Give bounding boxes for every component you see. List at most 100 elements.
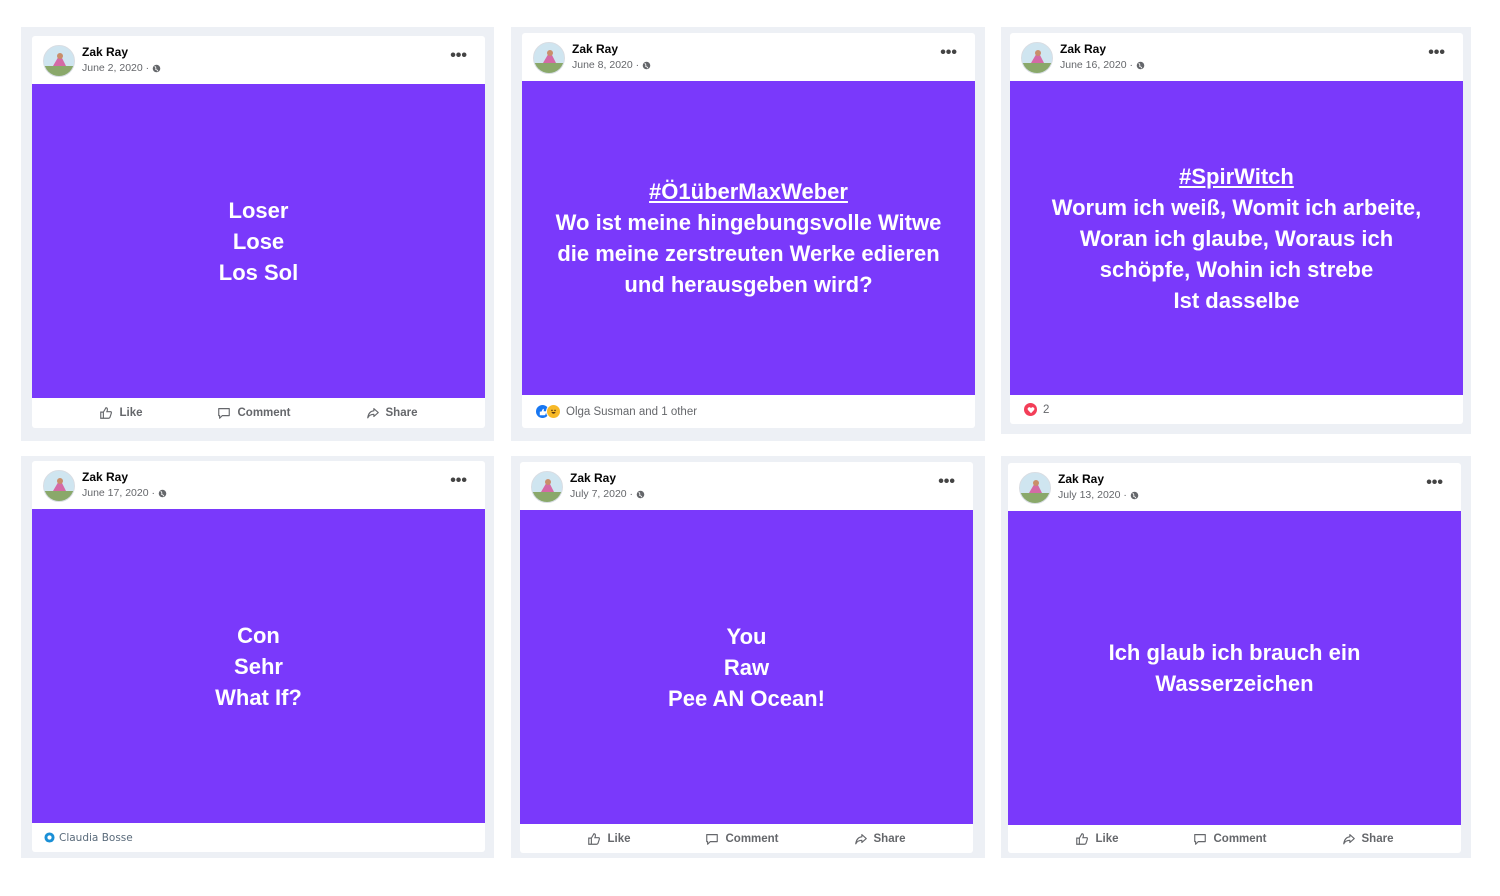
post-header: Zak Ray June 17, 2020 · ••• (32, 461, 485, 511)
reaction-count[interactable]: 2 (1043, 404, 1049, 416)
share-label: Share (1361, 833, 1394, 845)
like-label: Like (607, 832, 631, 845)
avatar[interactable] (43, 45, 75, 77)
post-meta: June 8, 2020 · (572, 59, 651, 71)
post-text-line: Ist dasselbe (1173, 287, 1300, 313)
like-button[interactable]: Like (99, 406, 143, 420)
globe-icon (642, 61, 651, 69)
post-text-line: Los Sol (218, 259, 299, 285)
comment-label: Comment (725, 832, 779, 845)
more-options-button[interactable]: ••• (450, 473, 467, 489)
comment-button[interactable]: Comment (705, 832, 779, 846)
action-bar: Like Comment Share (32, 398, 485, 428)
post-card: Zak Ray June 17, 2020 · ••• Con Sehr Wha… (32, 461, 485, 852)
thumbs-up-icon (1076, 833, 1089, 845)
globe-icon (152, 64, 161, 72)
like-button[interactable]: Like (587, 832, 631, 846)
avatar[interactable] (43, 470, 75, 502)
share-button[interactable]: Share (1342, 832, 1394, 846)
post-content: You Raw Pee AN Ocean! (520, 510, 973, 824)
post-card: Zak Ray June 16, 2020 · ••• #SpirWitch W… (1010, 33, 1463, 424)
post-header: Zak Ray June 2, 2020 · ••• (32, 36, 485, 86)
share-button[interactable]: Share (854, 832, 905, 846)
haha-reaction-icon (546, 404, 561, 419)
globe-icon (1136, 61, 1145, 69)
action-bar: Like Comment Share (520, 824, 973, 853)
post-date[interactable]: June 2, 2020 · (82, 62, 149, 74)
post-header: Zak Ray June 8, 2020 · ••• (522, 33, 975, 83)
post-text-line: Sehr (234, 653, 283, 679)
comment-icon (218, 408, 231, 419)
post-text-line: Pee AN Ocean! (668, 685, 825, 711)
post-text-line: Woran ich glaube, Woraus ich (1079, 225, 1394, 251)
tagged-person-bar[interactable]: Claudia Bosse (32, 823, 485, 852)
comment-label: Comment (237, 407, 291, 419)
post-date[interactable]: July 7, 2020 · (570, 488, 633, 500)
post-text-line: Lose (232, 228, 285, 254)
comment-label: Comment (1213, 833, 1267, 845)
avatar[interactable] (531, 471, 563, 503)
hashtag-link[interactable]: #SpirWitch (1052, 161, 1422, 192)
post-date[interactable]: June 8, 2020 · (572, 59, 639, 71)
post-date[interactable]: June 17, 2020 · (82, 487, 155, 499)
author-name[interactable]: Zak Ray (1058, 472, 1104, 486)
thumbs-up-icon (588, 832, 601, 845)
avatar[interactable] (1019, 472, 1051, 504)
comment-icon (706, 833, 719, 845)
post-header: Zak Ray July 7, 2020 · ••• (520, 462, 973, 512)
reactions-bar[interactable]: Olga Susman and 1 other (522, 395, 975, 428)
reactions-text[interactable]: Olga Susman and 1 other (566, 406, 697, 418)
hashtag-link[interactable]: #Ö1überMaxWeber (556, 176, 942, 207)
post-meta: July 7, 2020 · (570, 488, 645, 500)
post-header: Zak Ray June 16, 2020 · ••• (1010, 33, 1463, 83)
action-bar: Like Comment Share (1008, 825, 1461, 853)
post-text-line: Wasserzeichen (1155, 671, 1314, 696)
post-content: Loser Lose Los Sol (32, 84, 485, 398)
post-card: Zak Ray July 7, 2020 · ••• You Raw Pee A… (520, 462, 973, 853)
author-name[interactable]: Zak Ray (572, 42, 618, 56)
author-name[interactable]: Zak Ray (1060, 42, 1106, 56)
share-icon (366, 408, 379, 419)
avatar[interactable] (1021, 42, 1053, 74)
more-options-button[interactable]: ••• (1428, 45, 1445, 61)
post-text-line: die meine zerstreuten Werke edieren (557, 241, 940, 266)
author-name[interactable]: Zak Ray (570, 471, 616, 485)
globe-icon (636, 490, 645, 498)
more-options-button[interactable]: ••• (1426, 475, 1443, 491)
post-card: Zak Ray June 8, 2020 · ••• #Ö1überMaxWeb… (522, 33, 975, 428)
post-text-line: schöpfe, Wohin ich strebe (1099, 256, 1374, 282)
tagged-person-name[interactable]: Claudia Bosse (59, 832, 133, 844)
like-label: Like (119, 407, 143, 419)
post-card: Zak Ray July 13, 2020 · ••• Ich glaub ic… (1008, 463, 1461, 853)
reactions-bar[interactable]: 2 (1010, 395, 1463, 424)
share-icon (1342, 834, 1355, 845)
post-card: Zak Ray June 2, 2020 · ••• Loser Lose Lo… (32, 36, 485, 428)
author-name[interactable]: Zak Ray (82, 45, 128, 59)
post-text-line: Raw (723, 654, 770, 680)
post-meta: July 13, 2020 · (1058, 489, 1139, 501)
post-date[interactable]: July 13, 2020 · (1058, 489, 1127, 501)
post-content: Con Sehr What If? (32, 509, 485, 823)
more-options-button[interactable]: ••• (938, 474, 955, 490)
globe-icon (1130, 491, 1139, 499)
like-button[interactable]: Like (1075, 832, 1119, 846)
post-text-line: You (726, 623, 767, 649)
avatar[interactable] (533, 42, 565, 74)
share-button[interactable]: Share (366, 406, 418, 420)
comment-icon (1194, 834, 1207, 845)
more-options-button[interactable]: ••• (450, 48, 467, 64)
love-reaction-icon (1023, 402, 1038, 417)
post-text-line: Worum ich weiß, Womit ich arbeite, (1051, 194, 1422, 220)
post-content: #Ö1überMaxWeber Wo ist meine hingebungsv… (522, 81, 975, 395)
comment-button[interactable]: Comment (1193, 832, 1267, 846)
post-text-line: What If? (215, 684, 302, 710)
post-content: Ich glaub ich brauch ein Wasserzeichen (1008, 511, 1461, 825)
share-label: Share (385, 407, 418, 419)
post-date[interactable]: June 16, 2020 · (1060, 59, 1133, 71)
comment-button[interactable]: Comment (217, 406, 291, 420)
post-meta: June 16, 2020 · (1060, 59, 1145, 71)
post-text-line: Con (237, 622, 280, 648)
post-text-line: und herausgeben wird? (624, 272, 873, 297)
author-name[interactable]: Zak Ray (82, 470, 128, 484)
more-options-button[interactable]: ••• (940, 45, 957, 61)
